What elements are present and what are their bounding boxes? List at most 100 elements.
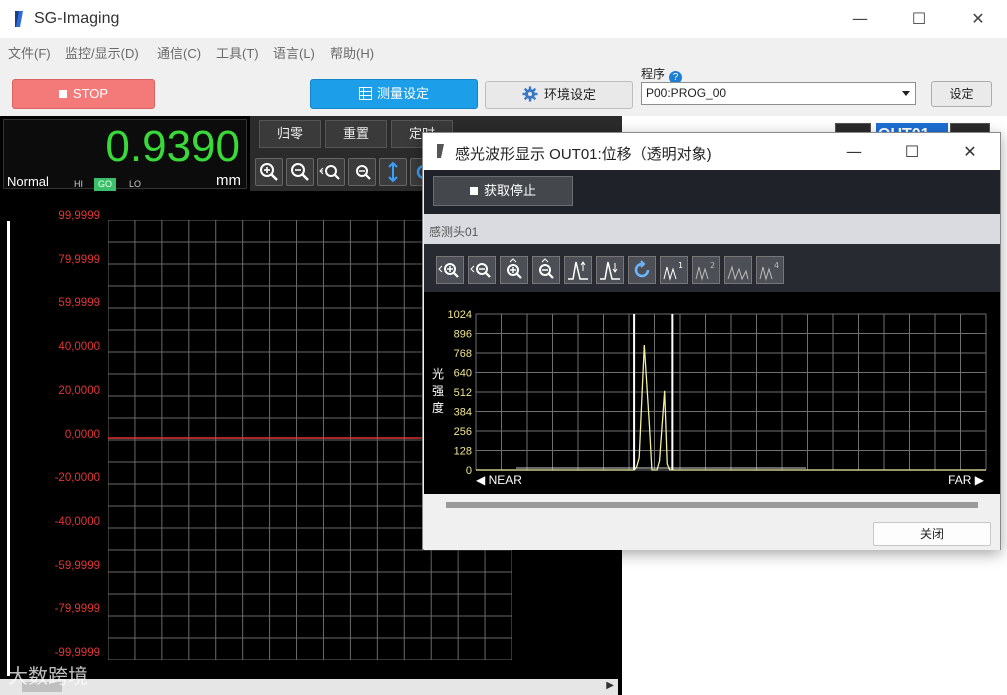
y-tick-label: -20,0000 — [54, 472, 100, 485]
peak-down-button[interactable] — [596, 256, 624, 284]
y-tick-label: 99,9999 — [58, 210, 100, 222]
menu-tools[interactable]: 工具(T) — [216, 43, 259, 62]
vertical-fit-icon — [388, 161, 398, 183]
close-window-button[interactable]: ✕ — [955, 6, 1001, 32]
minimize-button[interactable]: — — [837, 6, 883, 32]
peak-3-icon — [727, 265, 749, 281]
watermark-logo: 大数跨境 — [8, 664, 88, 688]
peak-1-button[interactable]: 1 — [660, 256, 688, 284]
set-button[interactable]: 设定 — [931, 81, 992, 107]
zoom-out-button[interactable] — [286, 158, 314, 186]
refresh-icon — [634, 260, 650, 278]
menu-monitor-display[interactable]: 监控/显示(D) — [65, 43, 139, 62]
gear-icon — [522, 86, 538, 102]
dialog-title-bar: 感光波形显示 OUT01:位移（透明对象) — ☐ ✕ — [423, 133, 1000, 170]
peak-3-button[interactable] — [724, 256, 752, 284]
zoom-in-horizontal-icon — [438, 263, 459, 278]
dialog-minimize-button[interactable]: — — [834, 139, 874, 165]
zoom-out-y-button[interactable] — [532, 256, 560, 284]
stop-square-icon — [469, 187, 478, 195]
dialog-control-strip: 获取停止 — [424, 170, 1000, 214]
y-tick-label: -40,0000 — [54, 515, 100, 528]
dialog-footer: 关闭 — [424, 494, 1000, 550]
y-axis-label: 强 — [432, 384, 444, 398]
judge-hi: HI — [74, 179, 83, 189]
zoom-out-x-button[interactable] — [468, 256, 496, 284]
menu-comm[interactable]: 通信(C) — [157, 43, 201, 62]
environment-settings-button[interactable]: 环境设定 — [485, 81, 633, 109]
readout-box: 0.9390 Normal HI GO LO mm — [3, 119, 247, 191]
zoom-out-horizontal-icon — [470, 263, 491, 278]
far-label: FAR ▶ — [948, 473, 985, 487]
fit-vertical-button[interactable] — [379, 158, 407, 186]
dropdown-arrow-icon — [902, 91, 910, 96]
zoom-in-x-button[interactable] — [436, 256, 464, 284]
dialog-maximize-button[interactable]: ☐ — [892, 139, 932, 165]
near-label: ◀ NEAR — [476, 473, 522, 487]
y-tick-label: -99,9999 — [54, 647, 100, 659]
y-tick-label: -59,9999 — [54, 559, 100, 572]
zoom-in-icon — [260, 163, 278, 181]
zoom-in-button[interactable] — [255, 158, 283, 186]
peak-1-icon: 1 — [663, 261, 683, 281]
unit-label: mm — [216, 172, 241, 189]
y-tick-label: 640 — [454, 368, 472, 380]
y-axis-label: 光 — [432, 367, 444, 381]
waveform-dialog: 感光波形显示 OUT01:位移（透明对象) — ☐ ✕ 获取停止 感测头01 1… — [422, 132, 1001, 550]
zoom-out-horizontal-icon — [356, 165, 371, 180]
svg-text:2: 2 — [710, 261, 715, 270]
y-tick-label: 79,9999 — [58, 253, 100, 266]
y-tick-label: 768 — [454, 348, 472, 360]
zoom-out-x-button[interactable] — [348, 158, 376, 186]
reset-button[interactable]: 重置 — [325, 120, 387, 148]
scroll-right-icon[interactable]: ▶ — [606, 680, 614, 691]
stop-square-icon — [58, 90, 67, 98]
zoom-out-vertical-icon — [539, 258, 554, 279]
y-tick-label: 40,0000 — [58, 341, 100, 354]
y-tick-label: 896 — [454, 329, 472, 341]
acquire-stop-button[interactable]: 获取停止 — [433, 176, 573, 206]
close-button[interactable]: 关闭 — [873, 522, 991, 546]
status-text: Normal — [7, 174, 49, 189]
menu-file[interactable]: 文件(F) — [8, 43, 51, 62]
title-bar: SG-Imaging — ☐ ✕ — [0, 0, 1007, 38]
vertical-scroll-indicator — [7, 221, 10, 676]
zoom-in-y-button[interactable] — [500, 256, 528, 284]
zoom-in-x-button[interactable] — [317, 158, 345, 186]
peak-4-icon: 4 — [759, 261, 779, 281]
peak-up-icon — [568, 261, 588, 280]
zoom-in-vertical-icon — [507, 258, 522, 279]
scroll-track[interactable] — [446, 502, 978, 508]
waveform-toolbar: 1 2 4 — [424, 244, 1000, 292]
stop-button[interactable]: STOP — [12, 79, 155, 109]
zoom-in-horizontal-icon — [319, 165, 340, 180]
y-tick-label: 384 — [454, 407, 472, 419]
measurement-value: 0.9390 — [105, 122, 240, 171]
maximize-button[interactable]: ☐ — [896, 6, 942, 32]
refresh-button[interactable] — [628, 256, 656, 284]
dialog-close-x-button[interactable]: ✕ — [950, 139, 990, 165]
judge-lo: LO — [129, 179, 142, 189]
zoom-out-icon — [291, 163, 309, 181]
y-tick-label: 1024 — [448, 309, 472, 321]
horizontal-scrollbar[interactable]: ▶ — [0, 679, 618, 695]
toolbar: STOP 测量设定 环境设定 程序? P00:PROG_00 设定 — [0, 62, 1007, 116]
menu-language[interactable]: 语言(L) — [273, 43, 315, 62]
menu-bar: 文件(F) 监控/显示(D) 通信(C) 工具(T) 语言(L) 帮助(H) — [0, 38, 1007, 62]
sensor-head-label: 感测头01 — [424, 214, 1000, 244]
zero-button[interactable]: 归零 — [259, 120, 321, 148]
svg-text:4: 4 — [774, 261, 779, 270]
peak-2-button[interactable]: 2 — [692, 256, 720, 284]
y-axis-label: 度 — [432, 400, 444, 415]
program-select[interactable]: P00:PROG_00 — [641, 82, 916, 105]
y-tick-label: 128 — [454, 446, 472, 458]
peak-4-button[interactable]: 4 — [756, 256, 784, 284]
measure-settings-button[interactable]: 测量设定 — [310, 79, 478, 109]
table-icon — [358, 87, 372, 100]
peak-up-button[interactable] — [564, 256, 592, 284]
menu-help[interactable]: 帮助(H) — [330, 43, 374, 62]
y-tick-label: 0,0000 — [64, 428, 100, 441]
y-tick-label: -79,9999 — [54, 603, 100, 616]
waveform-chart: 1024 896 768 640 512 384 256 128 0 光强度 ◀ NEAR FAR ▶ — [432, 309, 987, 487]
y-tick-label: 256 — [454, 426, 472, 438]
